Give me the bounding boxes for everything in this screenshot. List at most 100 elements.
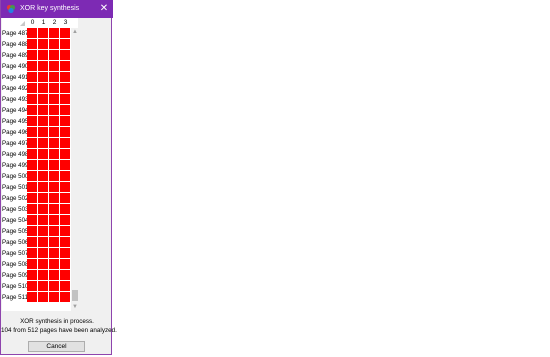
close-icon[interactable]: ✕ xyxy=(95,0,113,18)
grid-cell[interactable] xyxy=(27,83,37,93)
grid-cell[interactable] xyxy=(60,215,70,225)
grid-cell[interactable] xyxy=(38,105,48,115)
grid-cell[interactable] xyxy=(60,193,70,203)
grid-cell[interactable] xyxy=(49,160,59,170)
grid-cell[interactable] xyxy=(60,270,70,280)
grid-cell[interactable] xyxy=(60,50,70,60)
grid-cell[interactable] xyxy=(49,83,59,93)
grid-cell[interactable] xyxy=(38,215,48,225)
grid-cell[interactable] xyxy=(27,281,37,291)
grid-cell[interactable] xyxy=(27,259,37,269)
row-header[interactable]: Page 494 xyxy=(2,105,29,116)
grid-cell[interactable] xyxy=(49,72,59,82)
grid-cell[interactable] xyxy=(49,226,59,236)
row-header[interactable]: Page 498 xyxy=(2,149,29,160)
grid-cell[interactable] xyxy=(60,105,70,115)
grid-cell[interactable] xyxy=(60,61,70,71)
grid-cell[interactable] xyxy=(27,204,37,214)
grid-cell[interactable] xyxy=(60,237,70,247)
row-header[interactable]: Page 502 xyxy=(2,193,29,204)
row-header[interactable]: Page 509 xyxy=(2,270,29,281)
grid-cell[interactable] xyxy=(27,94,37,104)
row-header[interactable]: Page 511 xyxy=(2,292,28,303)
grid-cell[interactable] xyxy=(27,138,37,148)
grid-cell[interactable] xyxy=(38,193,48,203)
column-header[interactable]: 3 xyxy=(60,18,71,28)
grid-cell[interactable] xyxy=(27,270,37,280)
grid-cell[interactable] xyxy=(60,182,70,192)
grid-cell[interactable] xyxy=(60,138,70,148)
cancel-button[interactable]: Cancel xyxy=(28,341,85,352)
grid-cell[interactable] xyxy=(60,116,70,126)
grid-cell[interactable] xyxy=(49,116,59,126)
grid-cell[interactable] xyxy=(38,160,48,170)
grid-cell[interactable] xyxy=(27,61,37,71)
grid-cell[interactable] xyxy=(60,171,70,181)
grid-corner[interactable] xyxy=(2,18,27,28)
grid-cell[interactable] xyxy=(49,127,59,137)
row-header[interactable]: Page 493 xyxy=(2,94,29,105)
grid-cell[interactable] xyxy=(49,182,59,192)
column-header[interactable]: 0 xyxy=(27,18,38,28)
grid-cell[interactable] xyxy=(38,281,48,291)
row-header[interactable]: Page 501 xyxy=(2,182,29,193)
scroll-up-icon[interactable]: ▲ xyxy=(71,28,79,36)
grid-cell[interactable] xyxy=(60,281,70,291)
row-header[interactable]: Page 499 xyxy=(2,160,29,171)
grid-cell[interactable] xyxy=(49,248,59,258)
page-grid[interactable]: 0123 Page 487 Page 488 Page 489 Page 490 Pag… xyxy=(2,18,78,311)
grid-cell[interactable] xyxy=(60,248,70,258)
grid-cell[interactable] xyxy=(49,149,59,159)
row-header[interactable]: Page 490 xyxy=(2,61,29,72)
grid-cell[interactable] xyxy=(38,182,48,192)
grid-cell[interactable] xyxy=(60,94,70,104)
grid-cell[interactable] xyxy=(60,28,70,38)
grid-cell[interactable] xyxy=(49,50,59,60)
grid-cell[interactable] xyxy=(27,50,37,60)
grid-cell[interactable] xyxy=(27,72,37,82)
row-header[interactable]: Page 489 xyxy=(2,50,29,61)
grid-cell[interactable] xyxy=(60,226,70,236)
grid-cell[interactable] xyxy=(49,270,59,280)
grid-cell[interactable] xyxy=(60,83,70,93)
grid-cell[interactable] xyxy=(49,281,59,291)
grid-cell[interactable] xyxy=(60,39,70,49)
grid-cell[interactable] xyxy=(38,83,48,93)
grid-cell[interactable] xyxy=(49,259,59,269)
grid-cell[interactable] xyxy=(60,204,70,214)
grid-cell[interactable] xyxy=(38,171,48,181)
grid-cell[interactable] xyxy=(38,259,48,269)
grid-cell[interactable] xyxy=(27,160,37,170)
grid-cell[interactable] xyxy=(27,28,37,38)
grid-cell[interactable] xyxy=(38,50,48,60)
row-header[interactable]: Page 487 xyxy=(2,28,29,39)
grid-cell[interactable] xyxy=(49,105,59,115)
grid-cell[interactable] xyxy=(60,149,70,159)
grid-cell[interactable] xyxy=(60,127,70,137)
row-header[interactable]: Page 510 xyxy=(2,281,29,292)
row-header[interactable]: Page 496 xyxy=(2,127,29,138)
grid-cell[interactable] xyxy=(38,226,48,236)
grid-cell[interactable] xyxy=(49,39,59,49)
grid-cell[interactable] xyxy=(60,259,70,269)
vertical-scrollbar[interactable]: ▲ ▼ xyxy=(71,28,79,311)
grid-cell[interactable] xyxy=(27,171,37,181)
grid-cell[interactable] xyxy=(27,292,37,302)
column-header[interactable]: 2 xyxy=(49,18,60,28)
scroll-down-icon[interactable]: ▼ xyxy=(71,303,79,311)
grid-cell[interactable] xyxy=(49,215,59,225)
row-header[interactable]: Page 507 xyxy=(2,248,29,259)
grid-cell[interactable] xyxy=(49,171,59,181)
row-header[interactable]: Page 508 xyxy=(2,259,29,270)
row-header[interactable]: Page 500 xyxy=(2,171,29,182)
row-header[interactable]: Page 505 xyxy=(2,226,29,237)
grid-cell[interactable] xyxy=(27,215,37,225)
grid-cell[interactable] xyxy=(38,270,48,280)
grid-cell[interactable] xyxy=(38,138,48,148)
column-header[interactable]: 1 xyxy=(38,18,49,28)
grid-cell[interactable] xyxy=(49,28,59,38)
row-header[interactable]: Page 506 xyxy=(2,237,29,248)
grid-cell[interactable] xyxy=(27,116,37,126)
grid-cell[interactable] xyxy=(27,127,37,137)
grid-cell[interactable] xyxy=(38,39,48,49)
